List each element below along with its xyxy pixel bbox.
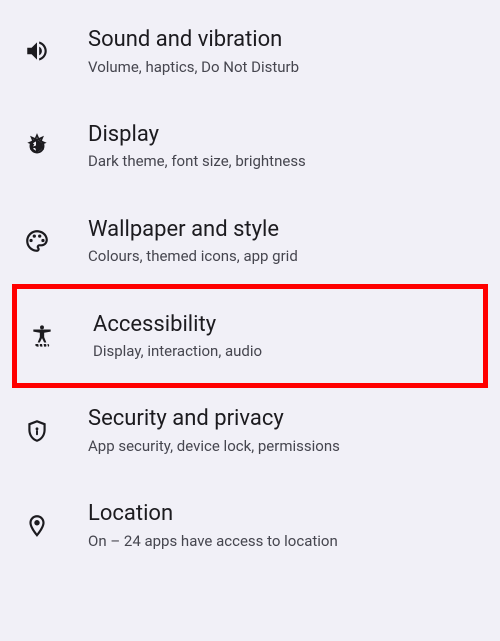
settings-item-location[interactable]: Location On – 24 apps have access to loc… [0, 478, 500, 573]
settings-item-subtitle: On – 24 apps have access to location [88, 531, 338, 551]
settings-item-text: Sound and vibration Volume, haptics, Do … [88, 26, 299, 77]
settings-item-sound[interactable]: Sound and vibration Volume, haptics, Do … [0, 4, 500, 99]
settings-item-text: Security and privacy App security, devic… [88, 405, 340, 456]
settings-item-text: Wallpaper and style Colours, themed icon… [88, 216, 298, 267]
settings-item-display[interactable]: Display Dark theme, font size, brightnes… [0, 99, 500, 194]
wallpaper-icon [24, 228, 66, 254]
accessibility-icon [29, 323, 71, 349]
sound-icon [24, 38, 66, 64]
settings-item-security[interactable]: Security and privacy App security, devic… [0, 383, 500, 478]
settings-item-wallpaper[interactable]: Wallpaper and style Colours, themed icon… [0, 194, 500, 289]
security-icon [24, 418, 66, 444]
settings-item-title: Location [88, 500, 338, 529]
settings-list: Sound and vibration Volume, haptics, Do … [0, 0, 500, 573]
settings-item-subtitle: Colours, themed icons, app grid [88, 246, 298, 266]
settings-item-title: Display [88, 121, 306, 150]
settings-item-subtitle: Volume, haptics, Do Not Disturb [88, 57, 299, 77]
settings-item-subtitle: App security, device lock, permissions [88, 436, 340, 456]
display-icon [24, 133, 66, 159]
settings-item-accessibility[interactable]: Accessibility Display, interaction, audi… [12, 284, 488, 389]
settings-item-title: Accessibility [93, 311, 262, 340]
settings-item-title: Wallpaper and style [88, 216, 298, 245]
settings-item-text: Accessibility Display, interaction, audi… [93, 311, 262, 362]
settings-item-title: Sound and vibration [88, 26, 299, 55]
settings-item-text: Display Dark theme, font size, brightnes… [88, 121, 306, 172]
settings-item-title: Security and privacy [88, 405, 340, 434]
location-icon [24, 513, 66, 539]
settings-item-text: Location On – 24 apps have access to loc… [88, 500, 338, 551]
settings-item-subtitle: Display, interaction, audio [93, 341, 262, 361]
settings-item-subtitle: Dark theme, font size, brightness [88, 151, 306, 171]
